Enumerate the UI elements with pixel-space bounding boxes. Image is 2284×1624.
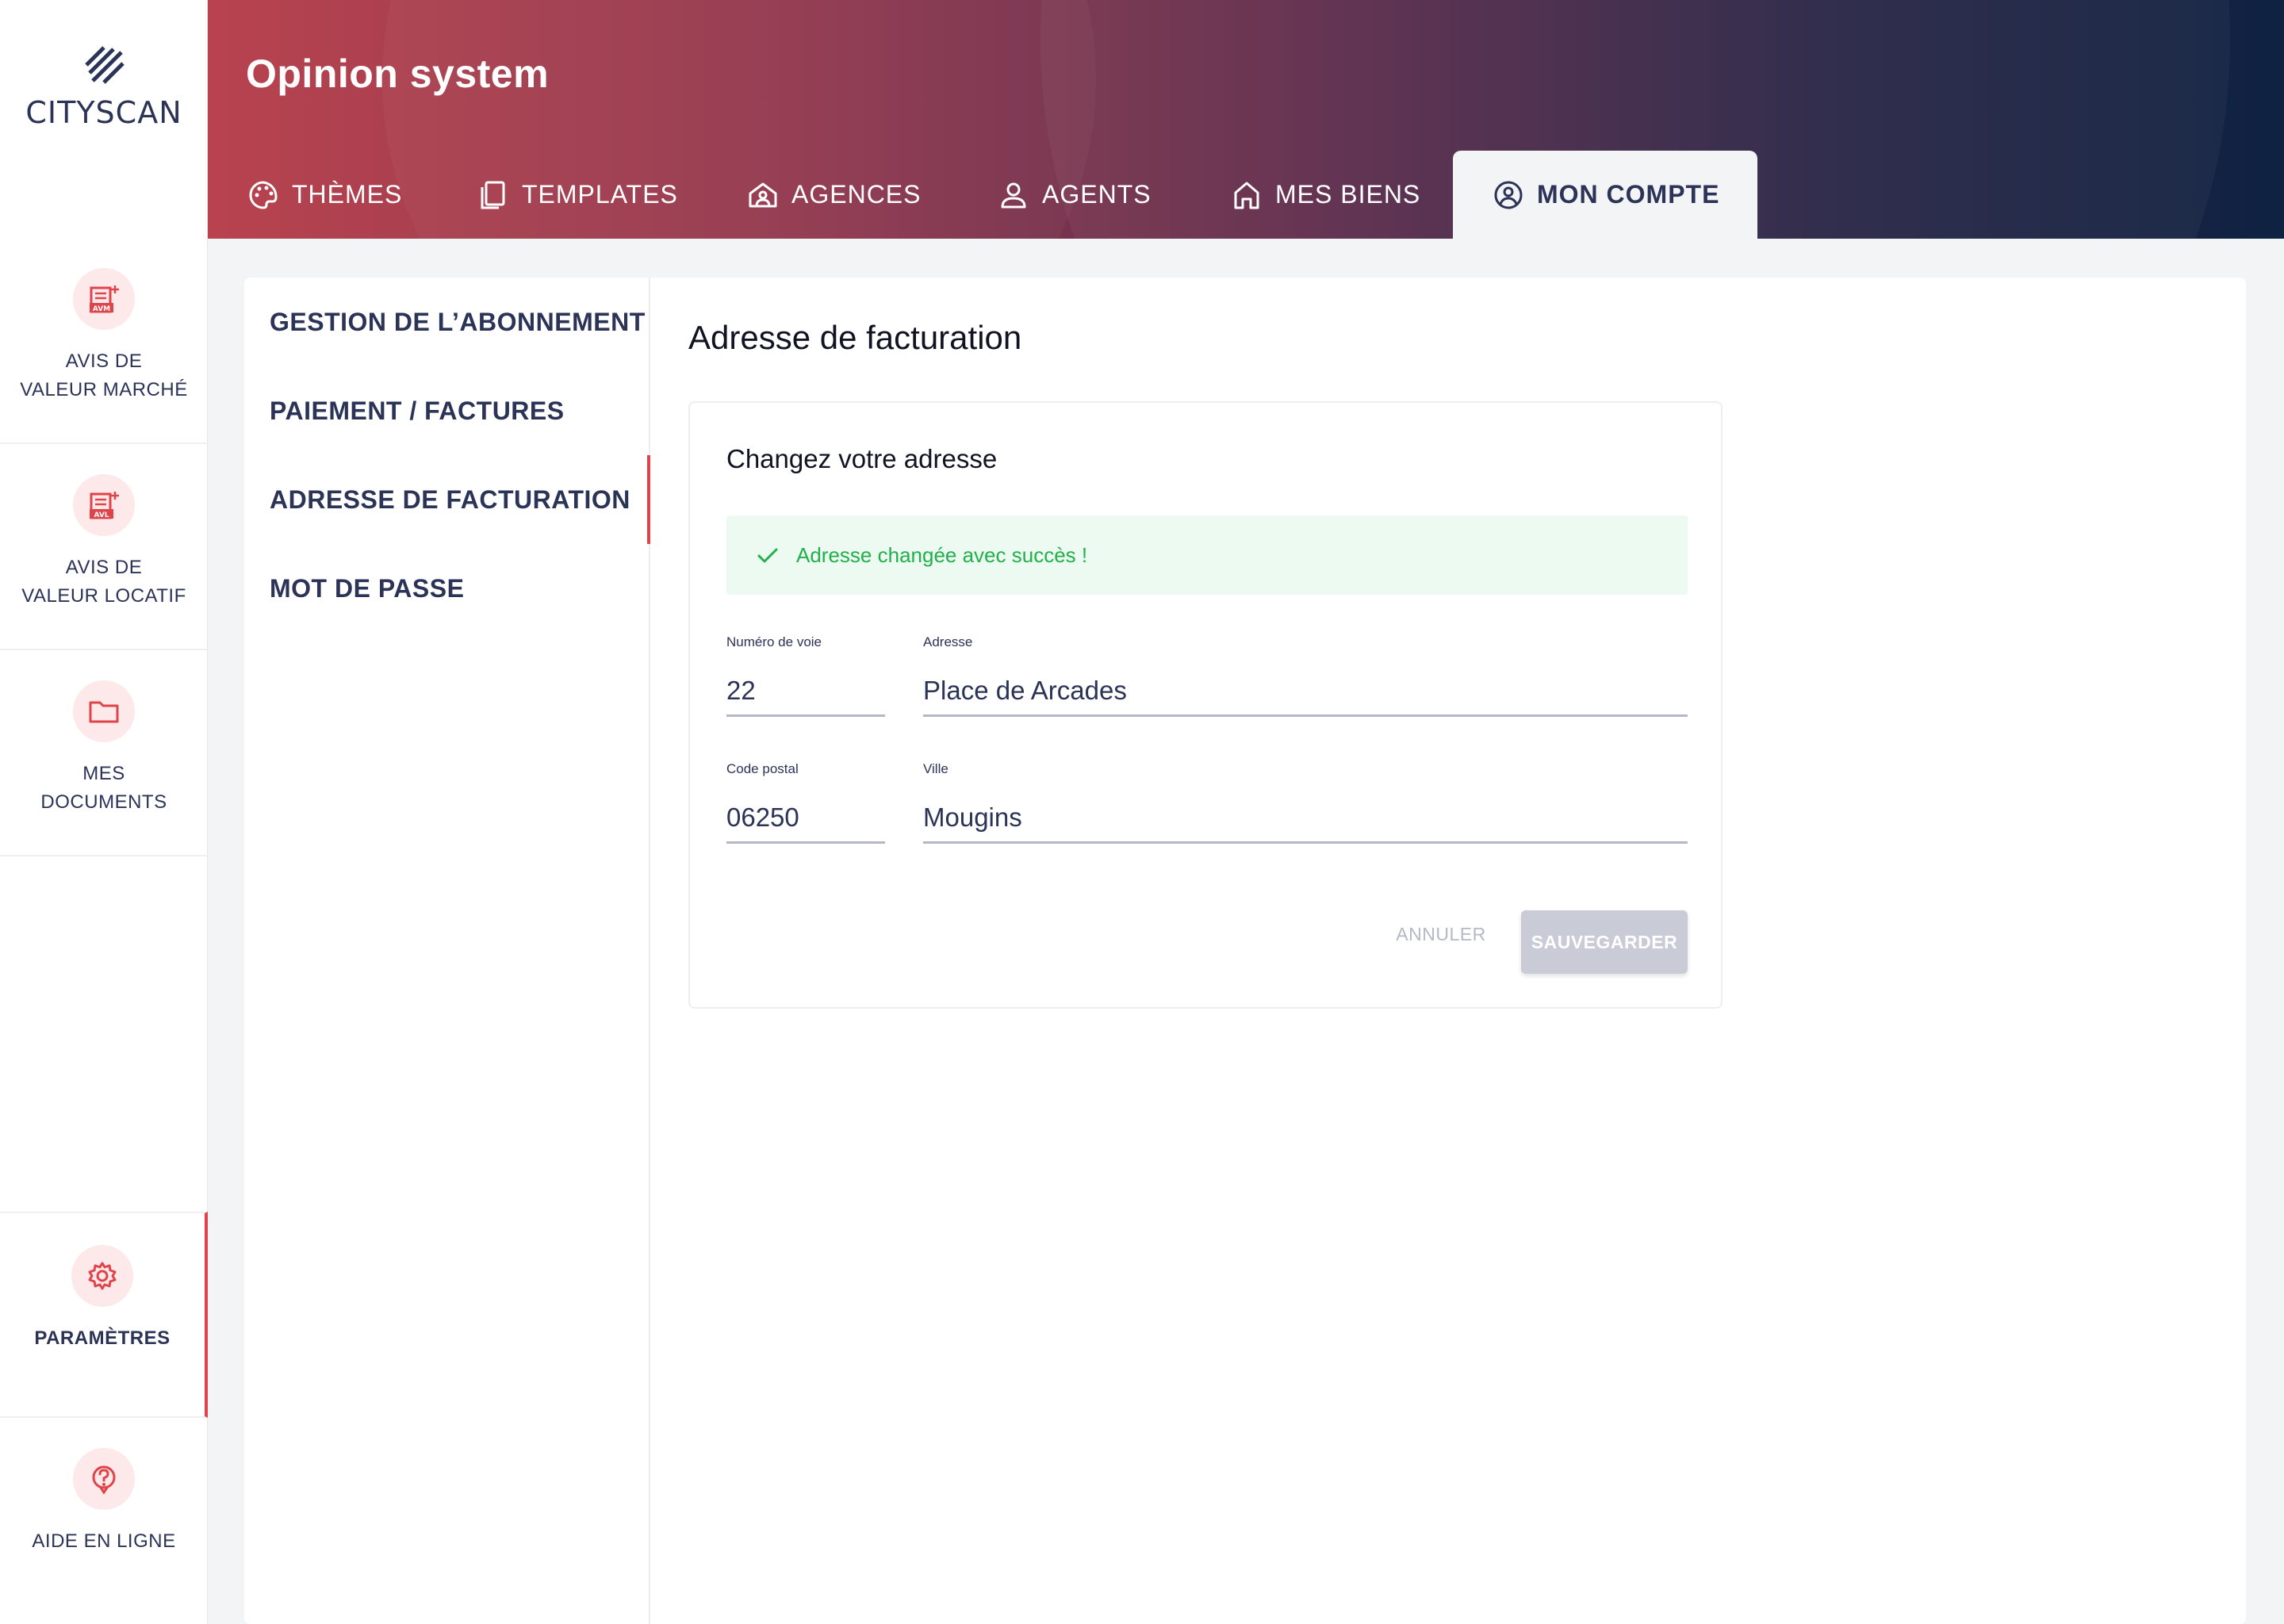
numero-voie-field: Numéro de voie [726,634,885,717]
page-title: Adresse de facturation [688,319,1022,356]
check-icon [757,548,778,563]
palette-icon [249,180,278,209]
tab-label: THÈMES [292,180,403,209]
content-panel: GESTION DE L’ABONNEMENT PAIEMENT / FACTU… [244,278,2246,1624]
subnav-item-label: ADRESSE DE FACTURATION [270,485,630,514]
subnav-item-mot-de-passe[interactable]: MOT DE PASSE [244,544,650,633]
gear-icon [71,1245,133,1307]
ville-input[interactable] [923,793,1688,844]
subnav-item-label: GESTION DE L’ABONNEMENT [270,307,646,336]
field-label: Code postal [726,761,799,776]
cancel-button[interactable]: ANNULER [1388,910,1494,958]
tab-themes[interactable]: THÈMES [247,151,402,239]
app-header: Opinion system THÈMES TEMPLATES AGENCES … [208,0,2284,239]
tab-templates[interactable]: TEMPLATES [477,151,678,239]
rail-item-aide-en-ligne[interactable]: AIDE EN LIGNE [0,1418,208,1624]
rail-item-mes-documents[interactable]: MES DOCUMENTS [0,650,208,856]
rail-item-label: AVIS DE VALEUR MARCHÉ [20,350,188,400]
subnav-item-label: MOT DE PASSE [270,573,465,603]
field-label: Numéro de voie [726,634,822,649]
field-label: Adresse [923,634,973,649]
account-subnav: GESTION DE L’ABONNEMENT PAIEMENT / FACTU… [244,278,650,1624]
subnav-item-label: PAIEMENT / FACTURES [270,396,565,425]
tab-label: MES BIENS [1275,180,1421,209]
app-title: Opinion system [246,52,550,96]
tab-label: TEMPLATES [522,180,678,209]
help-icon [73,1448,135,1510]
avl-document-icon: AVL [73,474,135,536]
svg-text:AVM: AVM [93,305,110,313]
adresse-input[interactable] [923,666,1688,717]
success-alert: Adresse changée avec succès ! [726,515,1688,595]
rail-item-label: AIDE EN LIGNE [32,1530,176,1552]
avm-document-icon: AVM [73,268,135,330]
folder-icon [73,680,135,742]
rail-item-avis-valeur-marche[interactable]: AVM AVIS DE VALEUR MARCHÉ [0,238,208,444]
tab-agences[interactable]: AGENCES [747,151,921,239]
adresse-field: Adresse [923,634,1688,717]
card-title: Changez votre adresse [726,444,998,473]
tab-label: AGENCES [791,180,922,209]
address-card: Changez votre adresse Adresse changée av… [688,401,1723,1009]
rail-item-parametres[interactable]: PARAMÈTRES [0,1212,208,1418]
account-icon [1494,181,1523,209]
cityscan-logo-icon [85,46,125,84]
cityscan-logo[interactable]: CITYSCAN [0,0,208,238]
tab-mon-compte[interactable]: MON COMPTE [1453,151,1758,239]
rail-item-label: AVIS DE VALEUR LOCATIF [21,557,186,607]
numero-voie-input[interactable] [726,666,885,717]
tab-agents[interactable]: AGENTS [998,151,1152,239]
ville-field: Ville [923,761,1688,844]
home-icon [1234,182,1259,209]
code-postal-field: Code postal [726,761,885,844]
subnav-item-gestion-abonnement[interactable]: GESTION DE L’ABONNEMENT [244,278,650,366]
agency-icon [749,182,777,207]
left-rail: CITYSCAN AVM AVIS DE VALEUR MARCHÉ AVL A… [0,0,208,1624]
logo-text: CITYSCAN [25,95,182,130]
alert-message: Adresse changée avec succès ! [796,542,1088,567]
copy-icon [481,181,505,209]
rail-item-label: MES DOCUMENTS [40,763,167,813]
svg-text:AVL: AVL [94,511,109,519]
user-icon [1001,182,1026,208]
save-button[interactable]: SAUVEGARDER [1521,910,1688,974]
field-label: Ville [923,761,948,776]
code-postal-input[interactable] [726,793,885,844]
subnav-item-adresse-facturation[interactable]: ADRESSE DE FACTURATION [244,455,650,544]
rail-item-avis-valeur-locatif[interactable]: AVL AVIS DE VALEUR LOCATIF [0,444,208,650]
tab-label: MON COMPTE [1537,180,1720,209]
tab-mes-biens[interactable]: MES BIENS [1231,151,1420,239]
subnav-item-paiement-factures[interactable]: PAIEMENT / FACTURES [244,366,650,455]
rail-item-label: PARAMÈTRES [34,1327,171,1349]
main-tabs: THÈMES TEMPLATES AGENCES AGENTS MES BIEN… [208,151,2284,239]
tab-label: AGENTS [1042,180,1152,209]
